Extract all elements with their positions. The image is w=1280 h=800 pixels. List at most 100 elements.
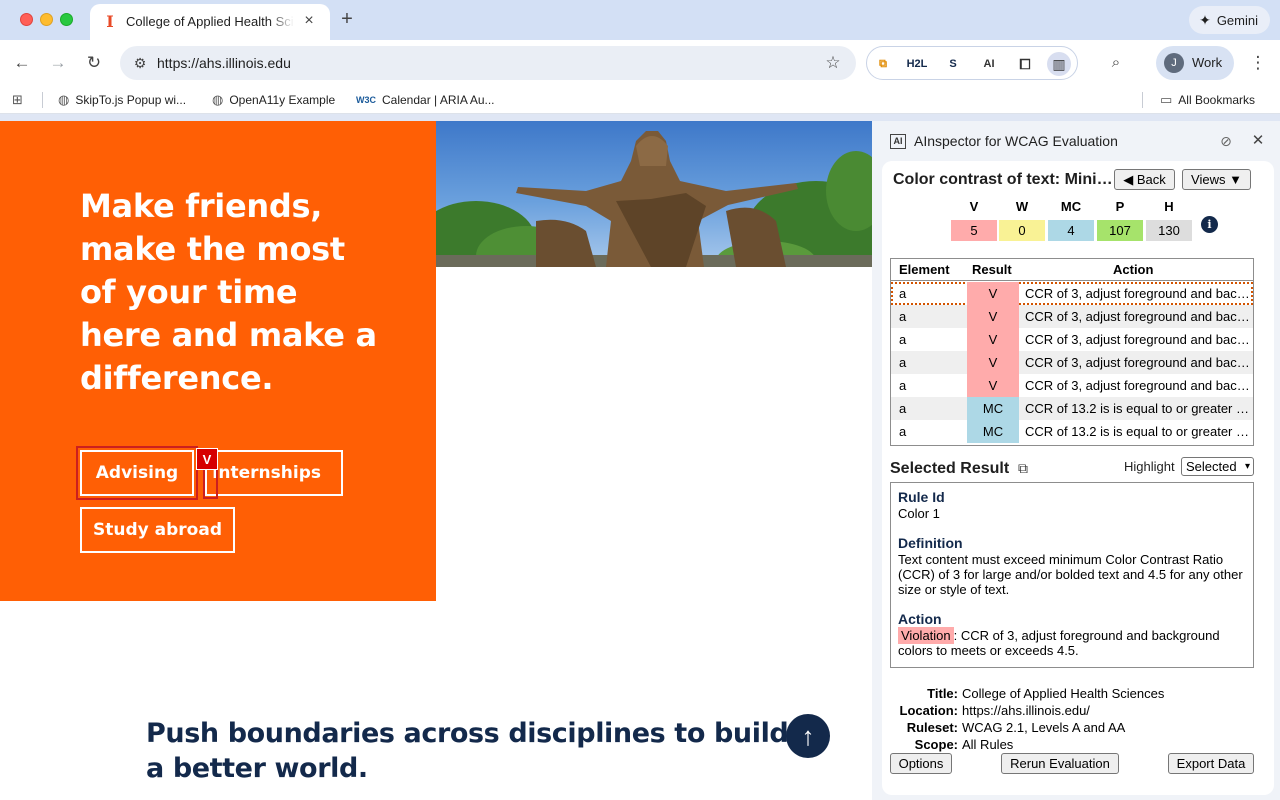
alma-mater-statue-image	[436, 121, 872, 267]
meta-title-label: Title:	[927, 686, 958, 701]
table-row[interactable]: a V CCR of 3, adjust foreground and backgr…	[891, 351, 1253, 374]
summary-label-v: V	[969, 199, 979, 214]
maximize-window-button[interactable]	[60, 13, 73, 26]
highlight-label: Highlight	[1124, 459, 1175, 474]
h2l-extension-icon[interactable]: H2L	[905, 52, 929, 76]
summary-count-warnings: 0	[999, 220, 1045, 241]
back-button[interactable]: ◀ Back	[1114, 169, 1175, 190]
active-tab[interactable]: I College of Applied Health Sciences ×	[90, 4, 330, 40]
row-result-cell: V	[967, 374, 1019, 397]
hero-headline: Make friends, make the most of your time…	[80, 187, 377, 397]
statue-graphic	[516, 131, 798, 267]
row-element-cell: a	[899, 424, 907, 439]
row-action-cell: CCR of 3, adjust foreground and backgrou…	[1025, 309, 1251, 324]
column-header-element: Element	[899, 262, 950, 277]
sparkle-icon: ✦	[1199, 11, 1211, 28]
bookmarks-divider	[42, 92, 43, 108]
bookmark-star-icon[interactable]: ☆	[822, 52, 844, 74]
copy-icon[interactable]: ⧉	[1018, 459, 1036, 477]
scroll-to-top-button[interactable]: ↑	[786, 714, 830, 758]
summary-count-violations: 5	[951, 220, 997, 241]
close-window-button[interactable]	[20, 13, 33, 26]
bookmark-opena11y[interactable]: ◍ OpenA11y Example	[212, 91, 335, 109]
gemini-button[interactable]: ✦ Gemini	[1189, 6, 1270, 34]
row-result-cell: V	[967, 305, 1019, 328]
address-bar[interactable]: ⚙ https://ahs.illinois.edu ☆	[120, 46, 856, 80]
summary-count-passed: 107	[1097, 220, 1143, 241]
study-abroad-button[interactable]: Study abroad	[80, 507, 235, 553]
side-panel-title: AInspector for WCAG Evaluation	[914, 133, 1118, 149]
table-row[interactable]: a V CCR of 3, adjust foreground and backgr…	[891, 328, 1253, 351]
tagline-heading: Push boundaries across disciplines to bu…	[146, 718, 789, 784]
bookmark-calendar-aria[interactable]: W3C Calendar | ARIA Au...	[356, 91, 495, 109]
profile-label: Work	[1192, 55, 1223, 70]
ainspector-logo-icon: AI	[890, 134, 906, 149]
bookmarks-divider	[1142, 92, 1143, 108]
meta-ruleset-value: WCAG 2.1, Levels A and AA	[962, 720, 1126, 735]
row-element-cell: a	[899, 286, 907, 301]
table-row[interactable]: a V CCR of 3, adjust foreground and backgr…	[891, 282, 1253, 305]
row-result-cell: V	[967, 282, 1019, 305]
new-tab-button[interactable]: +	[336, 9, 358, 31]
meta-location-label: Location:	[899, 703, 959, 718]
table-header: Element Result Action	[891, 259, 1253, 281]
close-tab-icon[interactable]: ×	[300, 12, 318, 30]
copy-extension-icon[interactable]: ⧉	[871, 52, 895, 76]
puzzle-extensions-icon[interactable]: ⧠	[1013, 52, 1037, 76]
forward-arrow-icon[interactable]: →	[46, 51, 70, 75]
info-icon[interactable]: i	[1201, 216, 1218, 233]
bookmark-label: Calendar | ARIA Au...	[382, 93, 495, 107]
minimize-window-button[interactable]	[40, 13, 53, 26]
summary-label-mc: MC	[1060, 199, 1082, 214]
more-menu-icon[interactable]: ⋮	[1246, 51, 1270, 75]
globe-icon: ◍	[212, 92, 224, 107]
tab-search-icon[interactable]: ⌕	[1104, 51, 1128, 75]
table-row[interactable]: a MC CCR of 13.2 is is equal to or greater…	[891, 397, 1253, 420]
side-panel-icon[interactable]: ▥	[1047, 52, 1071, 76]
meta-ruleset-label: Ruleset:	[906, 720, 958, 735]
column-header-action: Action	[1113, 262, 1154, 277]
unpin-icon[interactable]: ⊘	[1216, 131, 1236, 151]
table-row[interactable]: a V CCR of 3, adjust foreground and backgr…	[891, 305, 1253, 328]
column-header-result: Result	[972, 262, 1012, 277]
table-row[interactable]: a V CCR of 3, adjust foreground and backgr…	[891, 374, 1253, 397]
meta-title-value: College of Applied Health Sciences	[962, 686, 1165, 701]
options-button[interactable]: Options	[890, 753, 952, 774]
summary-label-p: P	[1115, 199, 1125, 214]
meta-location-value: https://ahs.illinois.edu/	[962, 703, 1090, 718]
reload-icon[interactable]: ↻	[82, 51, 106, 75]
site-settings-icon[interactable]: ⚙	[128, 51, 152, 75]
all-bookmarks[interactable]: ▭ All Bookmarks	[1160, 91, 1255, 109]
url-text[interactable]: https://ahs.illinois.edu	[157, 54, 291, 72]
views-menu-button[interactable]: Views ▼	[1182, 169, 1251, 190]
w3c-icon: W3C	[356, 95, 376, 105]
gemini-label: Gemini	[1216, 12, 1258, 28]
row-element-cell: a	[899, 309, 907, 324]
row-action-cell: CCR of 3, adjust foreground and backgrou…	[1025, 355, 1251, 370]
row-result-cell: MC	[967, 420, 1019, 443]
back-arrow-icon[interactable]: ←	[10, 51, 34, 75]
rerun-evaluation-button[interactable]: Rerun Evaluation	[1001, 753, 1119, 774]
advising-button[interactable]: Advising	[76, 446, 198, 500]
folder-icon: ▭	[1160, 92, 1173, 107]
highlight-select[interactable]: Selected ▾	[1181, 457, 1254, 476]
summary-count-manual-checks: 4	[1048, 220, 1094, 241]
row-result-cell: V	[967, 328, 1019, 351]
summary-count-hidden: 130	[1146, 220, 1192, 241]
chevron-down-icon: ▾	[1244, 461, 1250, 472]
violation-highlight-frame	[203, 467, 218, 499]
bookmark-skipto[interactable]: ◍ SkipTo.js Popup wi...	[58, 91, 186, 109]
internships-button[interactable]: Internships	[205, 450, 343, 496]
ainspector-extension-icon[interactable]: AI	[977, 52, 1001, 76]
skipto-extension-icon[interactable]: S	[941, 52, 965, 76]
definition-text: Text content must exceed minimum Color C…	[898, 552, 1243, 597]
bookmarks-bar: ⊞ ◍ SkipTo.js Popup wi... ◍ OpenA11y Exa…	[0, 86, 1280, 114]
table-row[interactable]: a MC CCR of 13.2 is is equal to or greater…	[891, 420, 1253, 443]
close-panel-icon[interactable]: ✕	[1248, 131, 1268, 151]
highlight-select-value: Selected	[1186, 459, 1237, 474]
apps-grid-icon[interactable]: ⊞	[12, 91, 23, 109]
web-page: Make friends, make the most of your time…	[0, 121, 872, 800]
profile-button[interactable]: J Work	[1156, 46, 1234, 80]
export-data-button[interactable]: Export Data	[1168, 753, 1254, 774]
row-action-cell: CCR of 3, adjust foreground and backgrou…	[1025, 286, 1251, 301]
